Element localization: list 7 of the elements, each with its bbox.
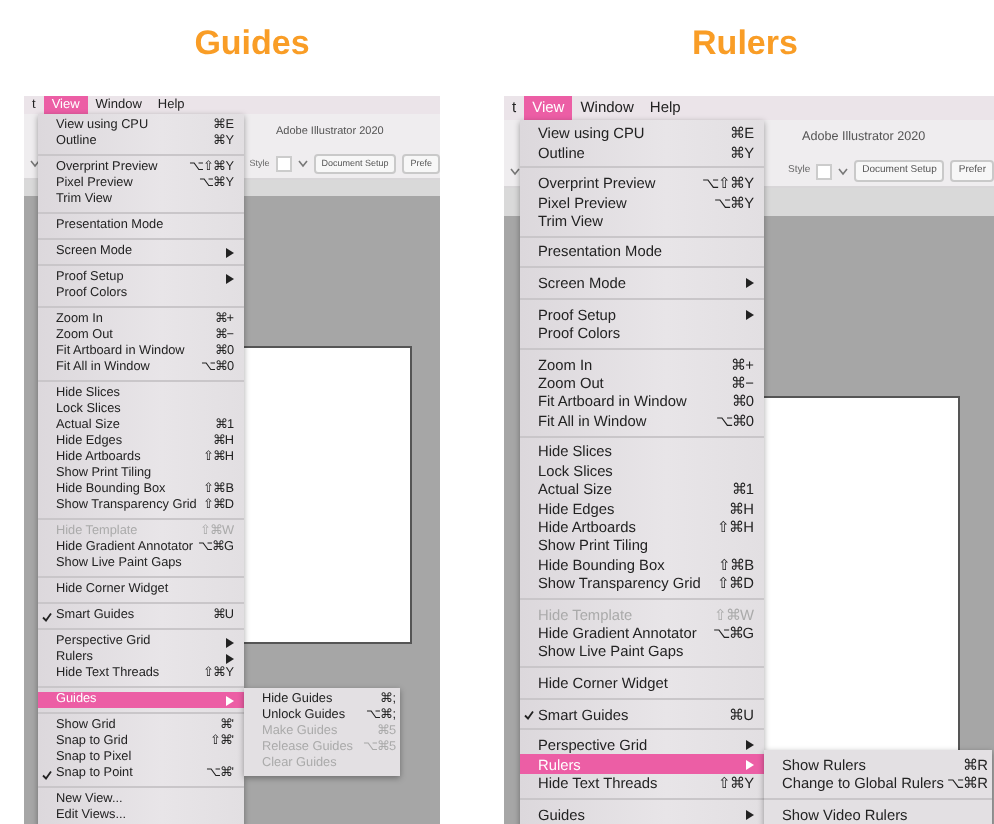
panel-title: Guides (192, 22, 312, 66)
dropdown-caret-icon (297, 160, 308, 168)
style-swatch[interactable] (275, 156, 292, 172)
dropdown-caret-icon (510, 167, 520, 175)
panel-title: Rulers (690, 22, 800, 66)
style-swatch[interactable] (816, 163, 833, 179)
dropdown-caret-icon (838, 167, 849, 175)
